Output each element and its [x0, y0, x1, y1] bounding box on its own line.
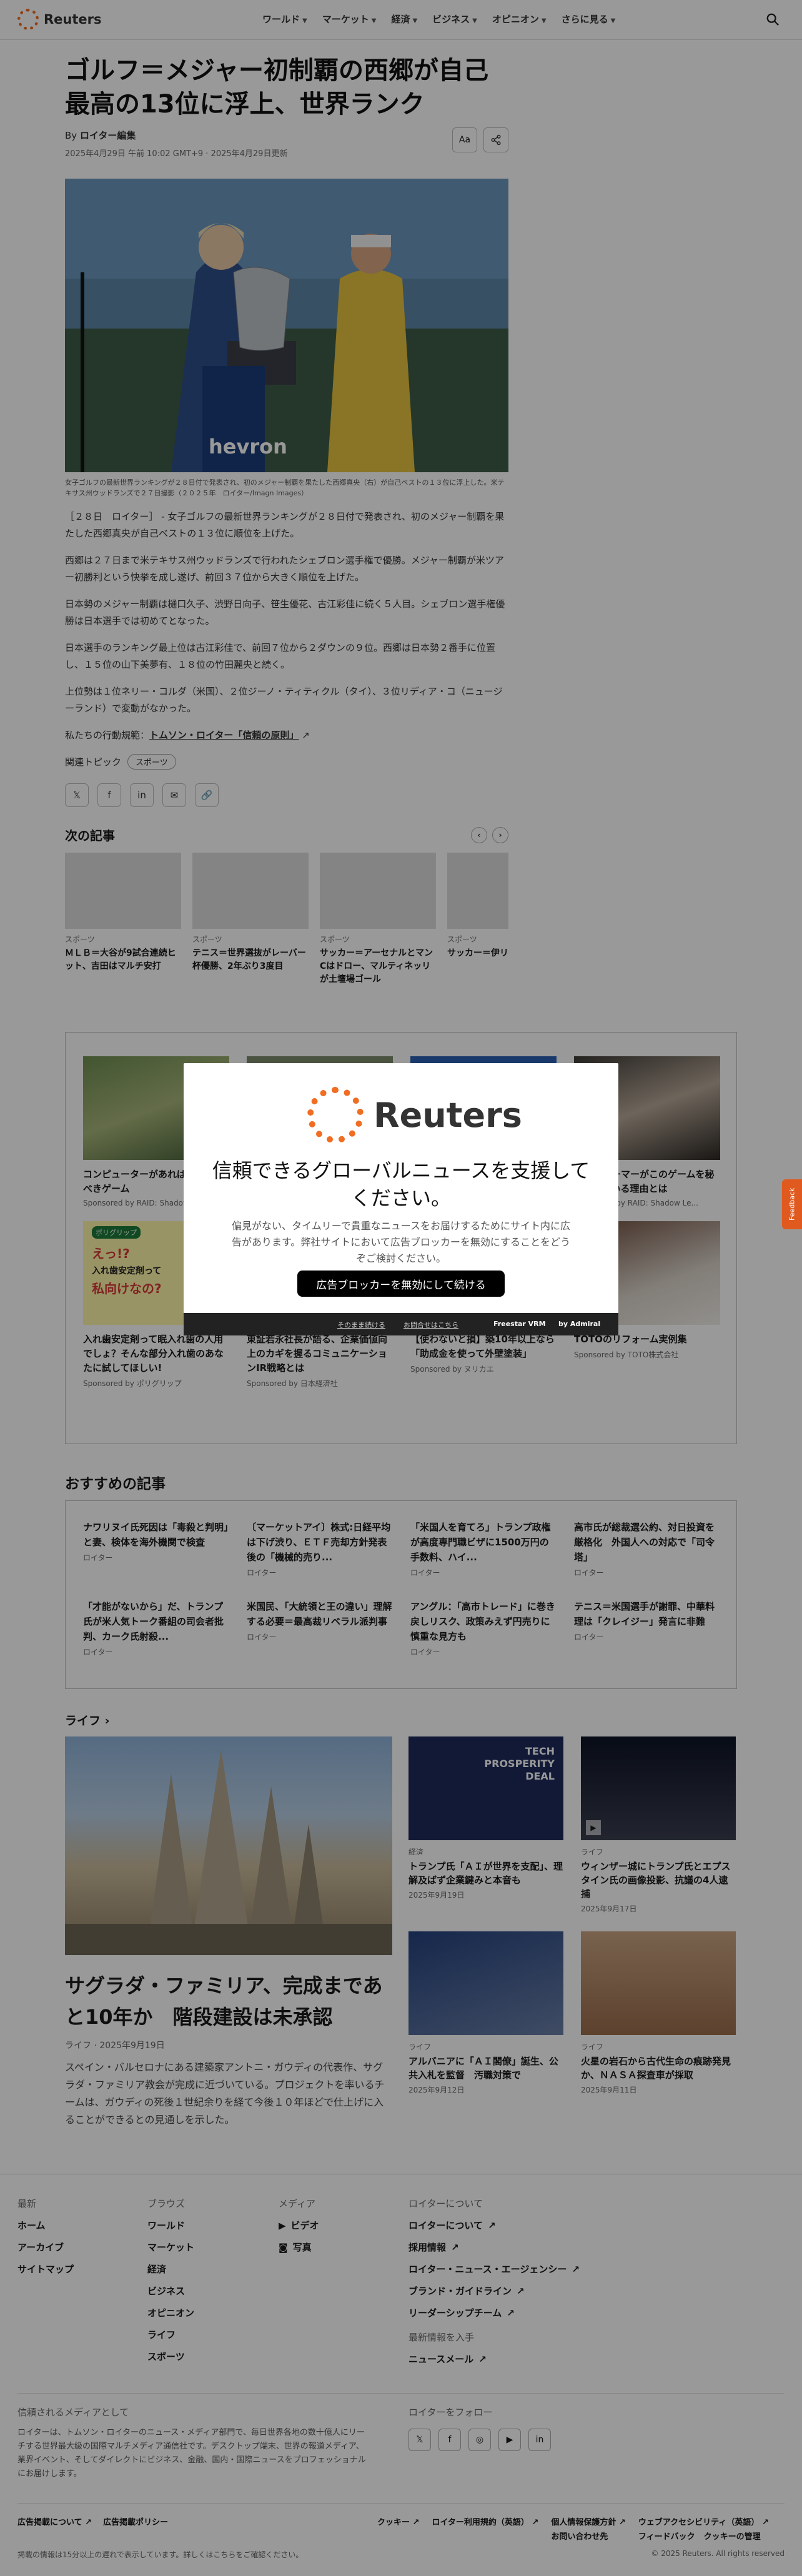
modal-logo-text: Reuters — [374, 1095, 522, 1135]
modal-title: 信頼できるグローバルニュースを支援してください。 — [212, 1159, 590, 1210]
modal-footer-bar: そのまま続ける お問合せはこちら Freestar VRM by Admiral — [184, 1313, 618, 1335]
freestar-brand: Freestar VRM — [493, 1320, 546, 1328]
feedback-tab[interactable]: Feedback — [782, 1179, 802, 1229]
page: Reuters ワールド ▼ マーケット ▼ 経済 ▼ ビジネス ▼ オピニオン ▼ さら… — [0, 0, 802, 2576]
continue-anyway-link[interactable]: そのまま続ける — [337, 1320, 385, 1330]
contact-link[interactable]: お問合せはこちら — [403, 1320, 458, 1330]
modal-description: 偏見がない、タイムリーで貴重なニュースをお届けするためにサイト内に広告があります… — [231, 1220, 571, 1264]
disable-adblock-button[interactable]: 広告ブロッカーを無効にして続ける — [297, 1271, 505, 1297]
modal-logo: Reuters — [307, 1087, 522, 1143]
adblock-modal: Reuters 信頼できるグローバルニュースを支援してください。 偏見がない、タ… — [184, 1063, 618, 1335]
admiral-brand: by Admiral — [558, 1320, 601, 1328]
reuters-logo-icon — [307, 1087, 364, 1143]
